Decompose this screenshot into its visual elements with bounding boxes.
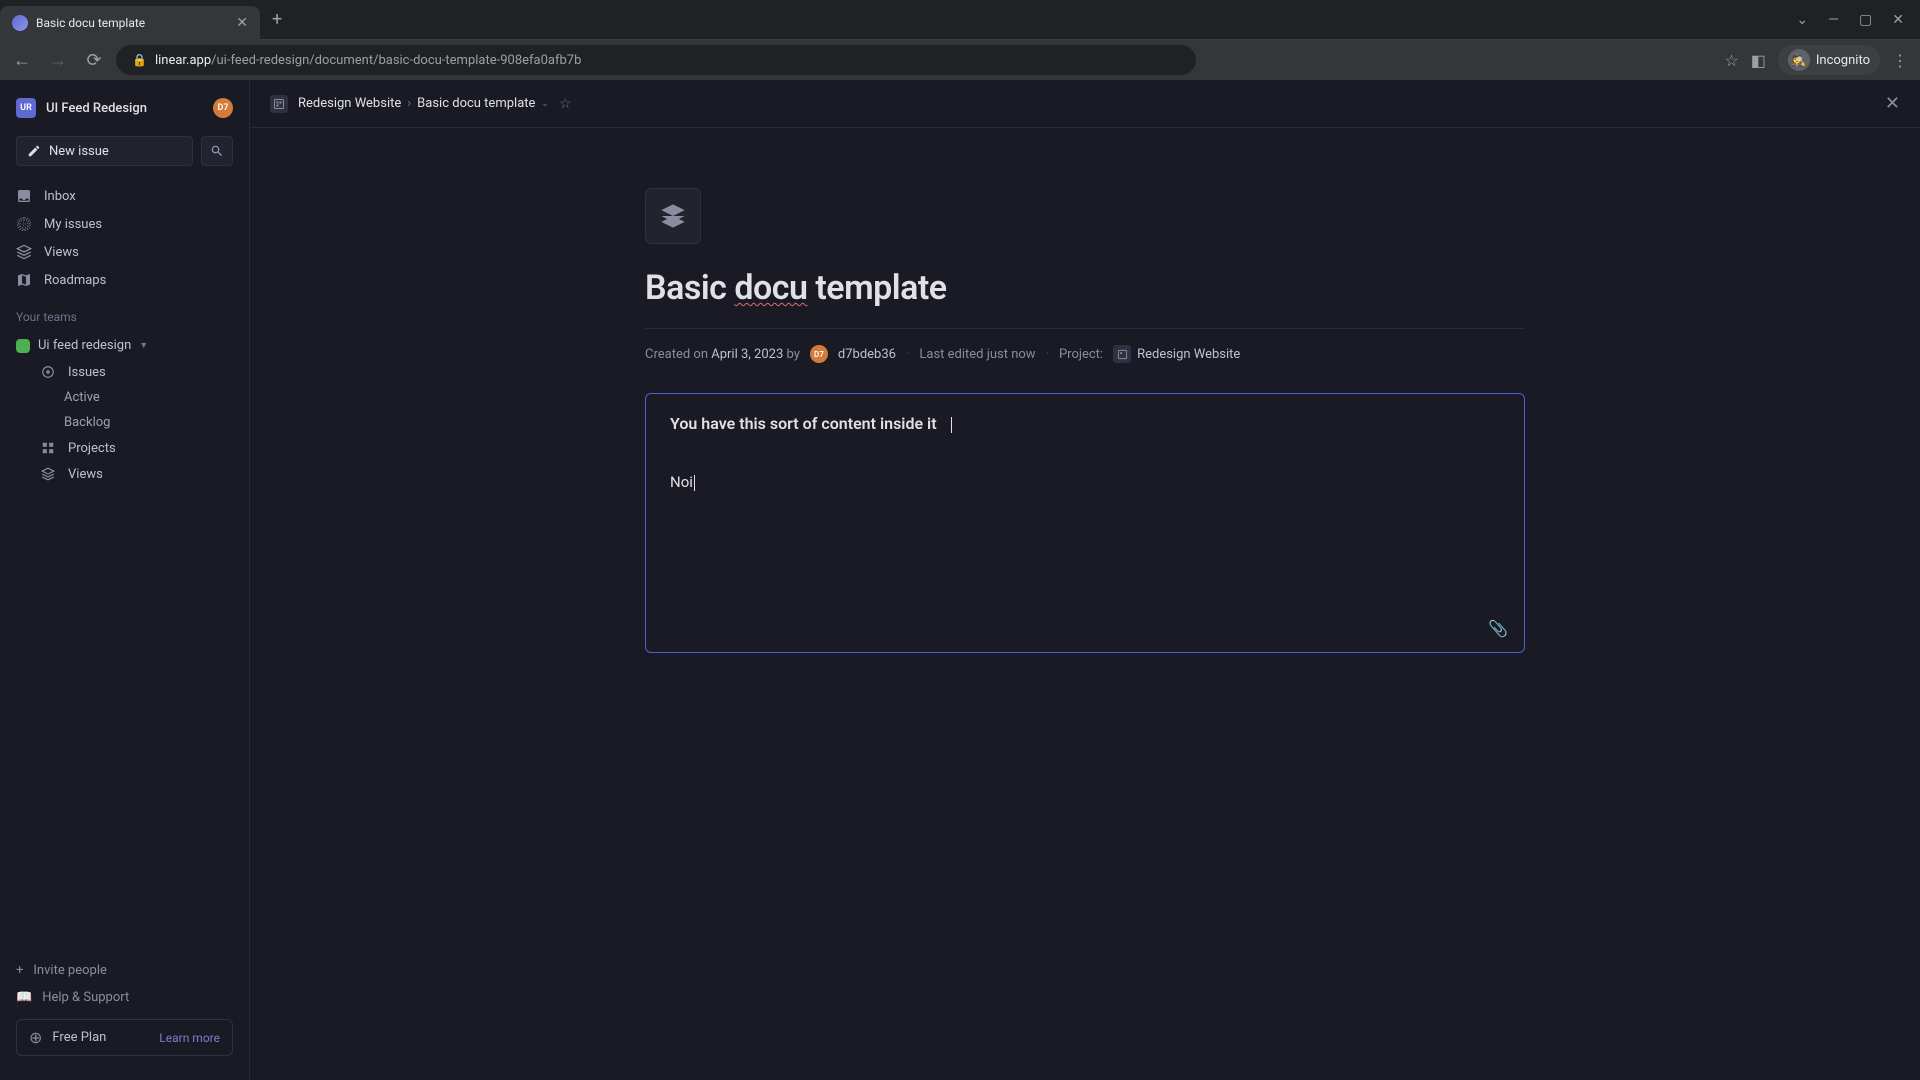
- sidebar: UR UI Feed Redesign D7 New issue Inbox M…: [0, 80, 250, 1080]
- sidebar-item-active[interactable]: Active: [48, 385, 249, 410]
- chevron-down-icon[interactable]: ⌄: [541, 99, 549, 109]
- plus-icon: +: [16, 963, 23, 978]
- window-controls: ⌄ — ▢ ✕: [1796, 12, 1920, 28]
- incognito-badge[interactable]: 🕵 Incognito: [1778, 45, 1880, 75]
- workspace-icon: UR: [16, 98, 36, 118]
- divider: [645, 328, 1525, 329]
- lock-icon: 🔒: [132, 53, 147, 67]
- sidebar-item-roadmaps[interactable]: Roadmaps: [0, 266, 249, 294]
- maximize-icon[interactable]: ▢: [1859, 12, 1872, 28]
- browser-toolbar: ← → ⟳ 🔒 linear.app/ui-feed-redesign/docu…: [0, 40, 1920, 80]
- learn-more-link[interactable]: Learn more: [159, 1031, 220, 1045]
- breadcrumb: Redesign Website › Basic docu template ⌄: [298, 96, 549, 111]
- editor-heading-text[interactable]: You have this sort of content inside it: [670, 414, 1500, 433]
- document-editor[interactable]: You have this sort of content inside it …: [645, 393, 1525, 653]
- workspace-switcher[interactable]: UR UI Feed Redesign D7: [0, 92, 249, 124]
- teams-section-label: Your teams: [0, 294, 249, 332]
- workspace-name: UI Feed Redesign: [46, 101, 203, 116]
- sidebar-item-views[interactable]: Views: [0, 238, 249, 266]
- sidebar-item-my-issues[interactable]: My issues: [0, 210, 249, 238]
- close-window-icon[interactable]: ✕: [1892, 12, 1904, 28]
- last-edited-label: Last edited just now: [919, 347, 1035, 362]
- sidebar-item-inbox[interactable]: Inbox: [0, 182, 249, 210]
- editor-body-text[interactable]: Noi: [670, 473, 1500, 491]
- search-icon: [210, 144, 224, 158]
- layers-icon: [16, 244, 32, 260]
- plan-badge: ⊕ Free Plan Learn more: [16, 1019, 233, 1056]
- project-icon: [1113, 345, 1131, 363]
- browser-menu-icon[interactable]: ⋮: [1892, 51, 1908, 70]
- grid-icon: [40, 440, 56, 456]
- project-link[interactable]: Redesign Website: [1113, 345, 1240, 363]
- favicon-icon: [12, 15, 28, 31]
- circle-plus-icon: ⊕: [29, 1028, 42, 1047]
- address-bar[interactable]: 🔒 linear.app/ui-feed-redesign/document/b…: [116, 45, 1196, 75]
- tab-close-icon[interactable]: ✕: [236, 15, 248, 31]
- forward-button[interactable]: →: [44, 50, 72, 71]
- book-icon: 📖: [16, 990, 32, 1005]
- minimize-icon[interactable]: —: [1828, 12, 1839, 28]
- close-panel-icon[interactable]: ✕: [1885, 93, 1900, 114]
- author-avatar: D7: [810, 345, 828, 363]
- incognito-icon: 🕵: [1788, 49, 1810, 71]
- invite-people-link[interactable]: + Invite people: [16, 957, 233, 984]
- breadcrumb-document: Basic docu template: [417, 96, 535, 111]
- document-title[interactable]: Basic docu template: [645, 268, 1525, 308]
- new-issue-button[interactable]: New issue: [16, 136, 193, 166]
- chevron-down-icon: ▼: [139, 340, 148, 351]
- sidebar-item-projects[interactable]: Projects: [24, 435, 249, 461]
- circle-dot-icon: [40, 364, 56, 380]
- document-metadata: Created on April 3, 2023 by D7 d7bdeb36 …: [645, 345, 1525, 363]
- back-button[interactable]: ←: [8, 50, 36, 71]
- user-avatar[interactable]: D7: [213, 98, 233, 118]
- url-text: linear.app/ui-feed-redesign/document/bas…: [155, 53, 581, 68]
- target-icon: [16, 216, 32, 232]
- dropdown-icon[interactable]: ⌄: [1796, 12, 1808, 28]
- breadcrumb-project[interactable]: Redesign Website: [298, 96, 401, 111]
- team-color-icon: [16, 339, 30, 353]
- team-toggle[interactable]: Ui feed redesign ▼: [0, 332, 249, 359]
- inbox-icon: [16, 188, 32, 204]
- topbar: Redesign Website › Basic docu template ⌄…: [250, 80, 1920, 128]
- document-icon-picker[interactable]: [645, 188, 701, 244]
- pencil-icon: [27, 144, 41, 158]
- favorite-star-icon[interactable]: ☆: [559, 96, 572, 112]
- bookmark-star-icon[interactable]: ☆: [1724, 51, 1738, 70]
- layers-stack-icon: [659, 202, 687, 230]
- browser-tab-bar: Basic docu template ✕ + ⌄ — ▢ ✕: [0, 0, 1920, 40]
- search-button[interactable]: [201, 136, 233, 166]
- extensions-icon[interactable]: ◧: [1751, 51, 1766, 70]
- sidebar-item-backlog[interactable]: Backlog: [48, 410, 249, 435]
- tab-title: Basic docu template: [36, 16, 228, 30]
- layers-icon: [40, 466, 56, 482]
- browser-tab[interactable]: Basic docu template ✕: [0, 6, 260, 40]
- help-support-link[interactable]: 📖 Help & Support: [16, 984, 233, 1011]
- sidebar-item-team-views[interactable]: Views: [24, 461, 249, 487]
- project-icon: [270, 95, 288, 113]
- project-label: Project:: [1059, 347, 1103, 362]
- new-tab-button[interactable]: +: [272, 9, 282, 30]
- attachment-icon[interactable]: 📎: [1488, 619, 1508, 638]
- author-name: d7bdeb36: [838, 347, 896, 362]
- sidebar-item-issues[interactable]: Issues: [24, 359, 249, 385]
- map-icon: [16, 272, 32, 288]
- reload-button[interactable]: ⟳: [80, 50, 108, 71]
